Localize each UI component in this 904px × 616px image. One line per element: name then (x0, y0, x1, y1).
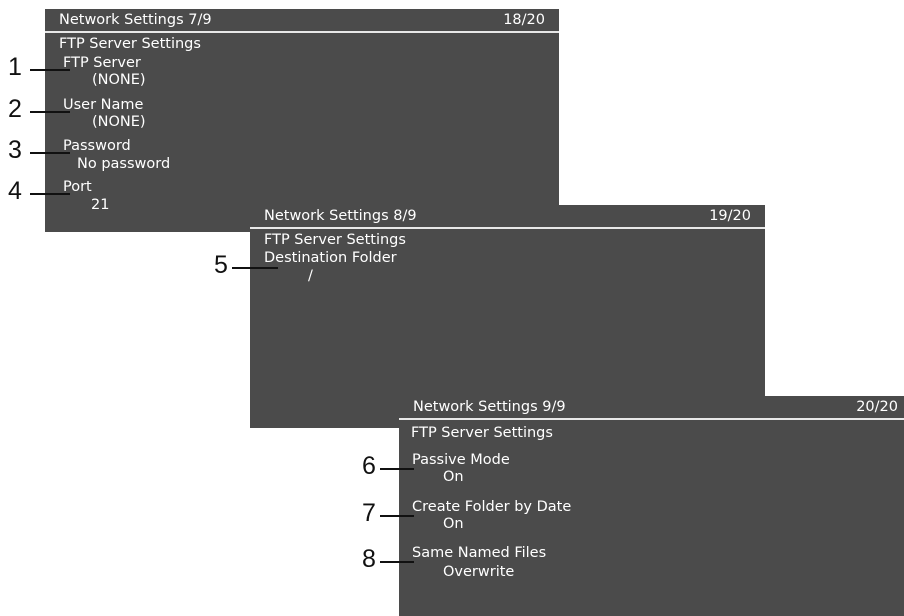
screen-header: Network Settings 7/9 18/20 (45, 9, 559, 33)
user-name-value: (NONE) (92, 114, 146, 130)
screen-header: Network Settings 9/9 20/20 (399, 396, 904, 420)
callout-number: 5 (214, 251, 228, 279)
network-settings-screen-7: Network Settings 7/9 18/20 FTP Server Se… (45, 9, 559, 232)
callout-number: 8 (362, 545, 376, 573)
screen-title: Network Settings 9/9 (413, 399, 566, 415)
section-title: FTP Server Settings (411, 425, 553, 441)
create-folder-by-date-label[interactable]: Create Folder by Date (412, 499, 571, 515)
callout-number: 3 (8, 136, 22, 164)
callout-number: 1 (8, 53, 22, 81)
screen-title: Network Settings 8/9 (264, 208, 417, 224)
callout-leader-line (232, 267, 278, 269)
ftp-server-value: (NONE) (92, 72, 146, 88)
network-settings-screen-8: Network Settings 8/9 19/20 FTP Server Se… (250, 205, 765, 428)
screen-title: Network Settings 7/9 (59, 12, 212, 28)
callout-number: 7 (362, 499, 376, 527)
section-title: FTP Server Settings (264, 232, 406, 248)
callout-number: 6 (362, 452, 376, 480)
port-value: 21 (91, 197, 110, 213)
network-settings-screen-9: Network Settings 9/9 20/20 FTP Server Se… (399, 396, 904, 616)
page-indicator: 20/20 (856, 399, 898, 415)
same-named-files-value: Overwrite (443, 564, 515, 580)
callout-leader-line (30, 69, 70, 71)
callout-number: 2 (8, 95, 22, 123)
callout-leader-line (30, 152, 70, 154)
same-named-files-label[interactable]: Same Named Files (412, 545, 546, 561)
screen-header: Network Settings 8/9 19/20 (250, 205, 765, 229)
page-indicator: 18/20 (503, 12, 545, 28)
destination-folder-label[interactable]: Destination Folder (264, 250, 397, 266)
passive-mode-label[interactable]: Passive Mode (412, 452, 510, 468)
callout-leader-line (380, 515, 414, 517)
callout-leader-line (30, 193, 70, 195)
page-indicator: 19/20 (709, 208, 751, 224)
password-value: No password (77, 156, 171, 172)
ftp-server-label[interactable]: FTP Server (63, 55, 141, 71)
callout-leader-line (380, 561, 414, 563)
password-label[interactable]: Password (63, 138, 131, 154)
callout-leader-line (30, 111, 70, 113)
user-name-label[interactable]: User Name (63, 97, 143, 113)
callout-leader-line (380, 468, 414, 470)
callout-number: 4 (8, 177, 22, 205)
destination-folder-value: / (308, 268, 313, 284)
create-folder-by-date-value: On (443, 516, 464, 532)
section-title: FTP Server Settings (59, 36, 201, 52)
passive-mode-value: On (443, 469, 464, 485)
